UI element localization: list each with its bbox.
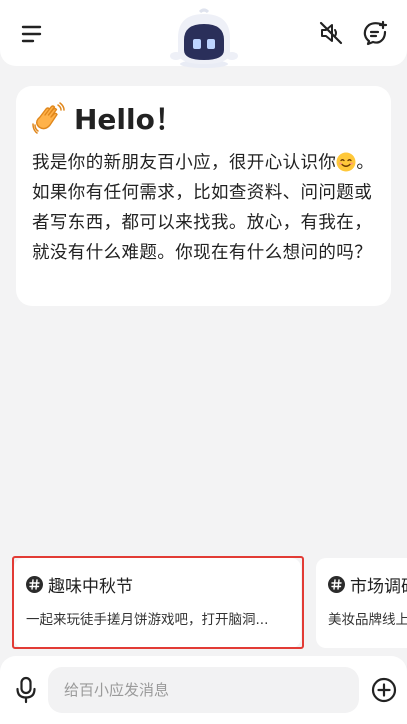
greeting-text-part1: 我是你的新朋友百小应，很开心认识你 (32, 153, 337, 173)
add-attachment-button[interactable] (370, 676, 398, 704)
topic-hash-icon (328, 575, 345, 593)
mute-icon (319, 21, 343, 45)
message-input[interactable] (48, 667, 359, 713)
smile-emoji-icon (336, 152, 356, 172)
new-chat-icon (363, 20, 388, 46)
microphone-icon (16, 676, 36, 704)
bot-avatar (170, 8, 238, 68)
suggestion-title: 趣味中秋节 (48, 576, 133, 597)
voice-input-button[interactable] (12, 674, 40, 706)
suggestion-card-market-research[interactable]: 市场调研 美妆品牌线上 (316, 558, 407, 648)
suggestion-desc: 美妆品牌线上 (328, 612, 407, 628)
greeting-header: Hello！ (32, 98, 377, 138)
suggestion-header: 市场调研 (328, 572, 407, 597)
menu-icon (21, 25, 42, 43)
composer-bar (0, 656, 407, 724)
new-chat-button[interactable] (360, 18, 390, 48)
suggestion-title: 市场调研 (350, 576, 407, 597)
menu-button[interactable] (18, 20, 46, 48)
mute-button[interactable] (316, 18, 346, 48)
suggestion-header: 趣味中秋节 (26, 572, 291, 597)
greeting-card: Hello！ 我是你的新朋友百小应，很开心认识你 。如果你有任何需求，比如查资料、… (16, 86, 391, 306)
greeting-message: 我是你的新朋友百小应，很开心认识你 。如果你有任何需求，比如查资料、问问题或者写东… (32, 148, 377, 268)
greeting-title: Hello！ (74, 103, 183, 136)
plus-circle-icon (371, 677, 397, 703)
suggestion-card-mid-autumn[interactable]: 趣味中秋节 一起来玩徒手搓月饼游戏吧，打开脑洞... (14, 558, 301, 648)
topic-hash-icon (26, 575, 43, 593)
suggestion-desc: 一起来玩徒手搓月饼游戏吧，打开脑洞... (26, 612, 269, 628)
top-bar (0, 0, 407, 68)
waving-hand-icon (32, 102, 65, 134)
